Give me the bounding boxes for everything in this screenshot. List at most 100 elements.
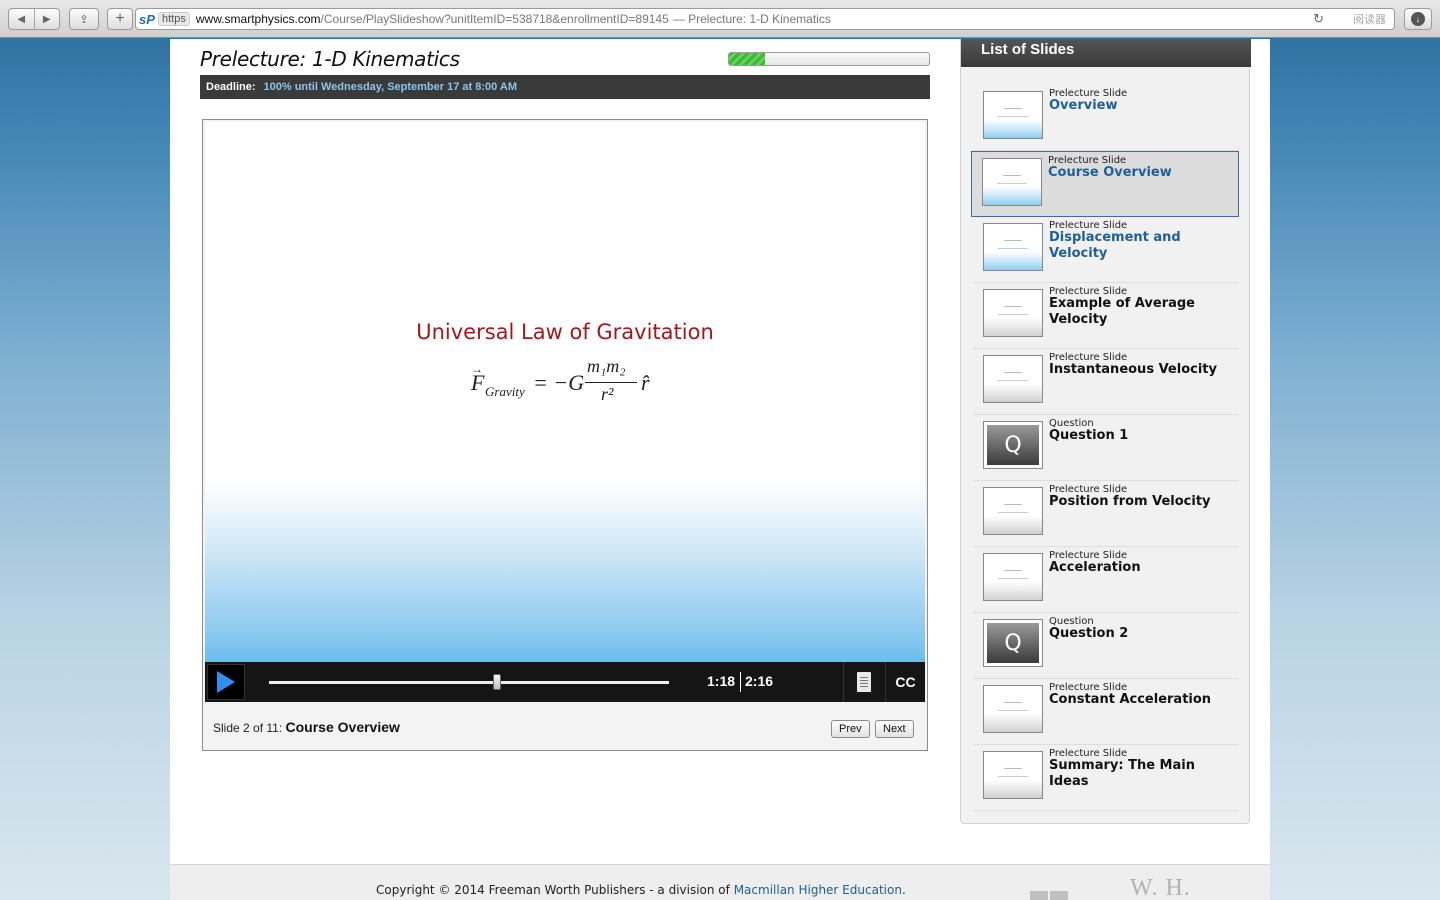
slide-thumbnail	[983, 751, 1043, 799]
seek-bar[interactable]	[269, 674, 669, 690]
slide-caption-title: Course Overview	[285, 719, 400, 735]
slide-list-item[interactable]: Prelecture Slide Instantaneous Velocity	[973, 349, 1239, 415]
downloads-button[interactable]: ↓	[1404, 8, 1432, 30]
download-icon: ↓	[1411, 12, 1425, 26]
slide-canvas: Universal Law of Gravitation → F Gravity…	[205, 122, 925, 662]
browser-toolbar: ◀ ▶ ⇪ + sP https www.smartphysics.com /C…	[0, 0, 1440, 38]
slide-thumbnail	[983, 289, 1043, 337]
url-path: /Course/PlaySlideshow?unitItemID=538718&…	[320, 12, 669, 26]
cc-icon: CC	[895, 674, 916, 690]
forward-arrow-icon[interactable]: ▶	[35, 14, 60, 25]
publisher-logo: W. H.	[1130, 875, 1191, 900]
back-forward-buttons[interactable]: ◀ ▶	[8, 8, 60, 30]
slide-list-item-title[interactable]: Course Overview	[1048, 165, 1234, 181]
slide-thumbnail	[983, 355, 1043, 403]
slide-counter: Slide 2 of 11:	[213, 721, 283, 735]
slide-list-item[interactable]: Prelecture Slide Constant Acceleration	[973, 679, 1239, 745]
seek-handle[interactable]	[493, 674, 501, 690]
slide-heading: Universal Law of Gravitation	[416, 320, 714, 344]
thumbnail-detail	[1004, 702, 1022, 703]
thumbnail-detail	[998, 710, 1028, 711]
thumbnail-detail	[1004, 768, 1022, 769]
https-lock-badge: https	[158, 12, 190, 26]
thumbnail-detail	[1004, 570, 1022, 571]
slide-list-item-title[interactable]: Displacement and Velocity	[1049, 230, 1235, 262]
formula-force-symbol: F	[471, 370, 485, 395]
address-bar[interactable]: sP https www.smartphysics.com /Course/Pl…	[135, 8, 1395, 30]
slide-list-panel: List of Slides Prelecture Slide Overview P…	[960, 39, 1251, 824]
thumbnail-detail	[998, 776, 1028, 777]
slide-caption: Slide 2 of 11: Course Overview	[213, 719, 400, 735]
page-title: Prelecture: 1-D Kinematics	[200, 47, 460, 71]
thumbnail-detail	[998, 116, 1028, 117]
share-icon: ⇪	[79, 13, 89, 26]
deadline-bar: Deadline: 100% until Wednesday, Septembe…	[200, 75, 930, 99]
slide-list-item[interactable]: Prelecture Slide Course Overview	[971, 151, 1239, 217]
slide-list-item[interactable]: Q Question Question 2	[973, 613, 1239, 679]
slide-list-item[interactable]: Prelecture Slide Summary: The Main Ideas	[973, 745, 1239, 811]
thumbnail-detail	[998, 314, 1028, 315]
slide-list-header: List of Slides	[961, 39, 1251, 67]
slide-list-item[interactable]: Prelecture Slide Overview	[973, 85, 1239, 151]
question-thumbnail: Q	[983, 619, 1043, 667]
slide-list-item-title[interactable]: Question 1	[1049, 428, 1235, 444]
thumbnail-detail	[998, 380, 1028, 381]
thumbnail-detail	[1004, 372, 1022, 373]
slide-thumbnail	[983, 223, 1043, 271]
footer: Copyright © 2014 Freeman Worth Publisher…	[170, 864, 1270, 900]
slide-list-item-title[interactable]: Position from Velocity	[1049, 494, 1235, 510]
formula-unit-vector: r̂	[641, 370, 650, 395]
share-button[interactable]: ⇪	[69, 8, 99, 30]
add-bookmark-button[interactable]: +	[107, 8, 133, 30]
slide-list-item[interactable]: Prelecture Slide Acceleration	[973, 547, 1239, 613]
publisher-logo-squares	[1030, 891, 1068, 900]
url-domain: www.smartphysics.com	[195, 12, 321, 26]
slide-list-item[interactable]: Prelecture Slide Displacement and Velocit…	[973, 217, 1239, 283]
formula-denominator: r²	[601, 384, 614, 404]
deadline-label: Deadline:	[206, 81, 256, 93]
slide-list-item-title[interactable]: Example of Average Velocity	[1049, 296, 1235, 328]
question-icon: Q	[987, 623, 1039, 663]
document-icon	[856, 672, 871, 692]
copyright-text: Copyright © 2014 Freeman Worth Publisher…	[376, 883, 906, 897]
url-page-title: — Prelecture: 1-D Kinematics	[672, 12, 831, 26]
slide-thumbnail	[983, 487, 1043, 535]
play-icon	[217, 671, 235, 693]
back-arrow-icon[interactable]: ◀	[9, 14, 34, 25]
progress-bar	[728, 52, 930, 66]
formula-fraction-bar	[585, 382, 637, 383]
slide-list-item-title[interactable]: Question 2	[1049, 626, 1235, 642]
slide-list-item-title[interactable]: Acceleration	[1049, 560, 1235, 576]
question-icon: Q	[987, 425, 1039, 465]
site-favicon-icon: sP	[139, 11, 155, 27]
prev-button[interactable]: Prev	[831, 720, 870, 738]
slide-list-item-title[interactable]: Constant Acceleration	[1049, 692, 1235, 708]
slide-list-item-title[interactable]: Summary: The Main Ideas	[1049, 758, 1235, 790]
thumbnail-detail	[1004, 306, 1022, 307]
thumbnail-detail	[1004, 504, 1022, 505]
next-button[interactable]: Next	[875, 720, 914, 738]
slide-list-item[interactable]: Prelecture Slide Example of Average Veloc…	[973, 283, 1239, 349]
time-divider	[740, 672, 741, 692]
formula-numerator: m₁m₂	[587, 356, 626, 376]
slide-thumbnail	[983, 685, 1043, 733]
transcript-button[interactable]	[843, 662, 883, 702]
thumbnail-detail	[998, 248, 1028, 249]
copyright-prefix: Copyright © 2014 Freeman Worth Publisher…	[376, 883, 734, 897]
formula-subscript: Gravity	[485, 384, 525, 399]
slide-thumbnail	[982, 158, 1042, 206]
thumbnail-detail	[998, 578, 1028, 579]
thumbnail-detail	[998, 512, 1028, 513]
reader-button[interactable]: 阅读器	[1353, 11, 1386, 27]
reload-icon[interactable]: ↻	[1313, 11, 1324, 27]
slide-list-item[interactable]: Q Question Question 1	[973, 415, 1239, 481]
thumbnail-detail	[1004, 108, 1022, 109]
slide-list-item[interactable]: Prelecture Slide Position from Velocity	[973, 481, 1239, 547]
slide-list-item-title[interactable]: Overview	[1049, 98, 1235, 114]
macmillan-link[interactable]: Macmillan Higher Education	[734, 883, 902, 897]
progress-fill	[729, 53, 765, 65]
play-button[interactable]	[207, 664, 245, 700]
slide-list-item-title[interactable]: Instantaneous Velocity	[1049, 362, 1235, 378]
closed-captions-button[interactable]: CC	[885, 662, 925, 702]
slide-thumbnail	[983, 553, 1043, 601]
